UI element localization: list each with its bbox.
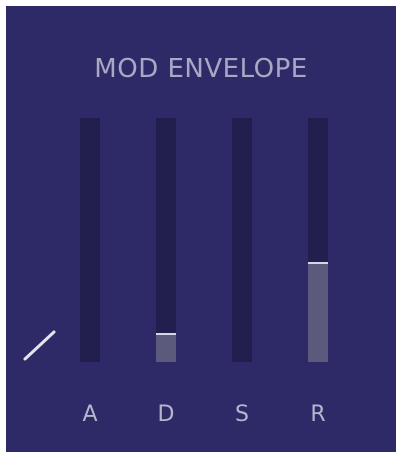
release-slider-fill [308, 261, 328, 362]
envelope-shape-icon[interactable] [22, 328, 58, 362]
panel-title: MOD ENVELOPE [94, 54, 308, 84]
decay-slider-fill [156, 332, 176, 362]
decay-label: D [157, 402, 175, 427]
attack-slider[interactable] [80, 118, 100, 362]
sustain-slider[interactable] [232, 118, 252, 362]
mod-envelope-panel: MOD ENVELOPE A D S R [6, 6, 396, 452]
decay-slider[interactable] [156, 118, 176, 362]
sustain-label: S [235, 402, 249, 427]
attack-label: A [82, 402, 98, 427]
release-label: R [310, 402, 326, 427]
release-slider[interactable] [308, 118, 328, 362]
